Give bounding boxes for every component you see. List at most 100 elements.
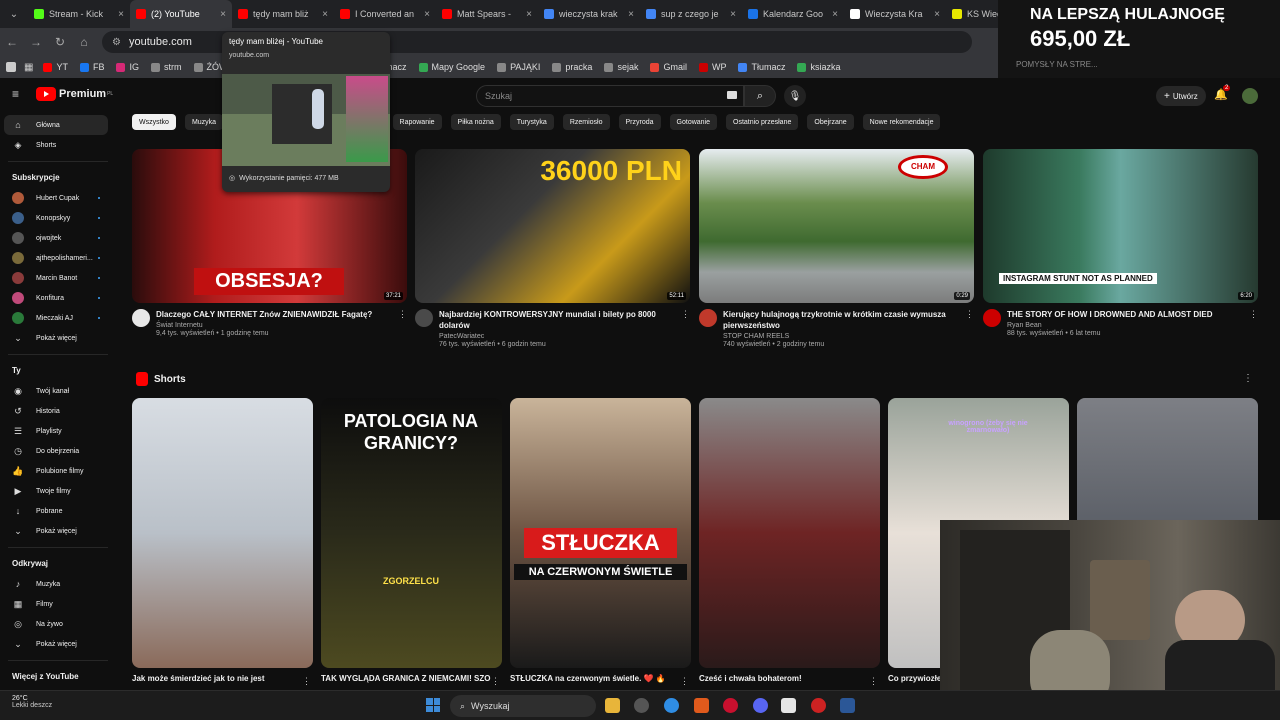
sidebar-item[interactable]: 👍 Polubione filmy [4, 461, 108, 481]
more-options-icon[interactable]: ⋮ [681, 309, 690, 320]
short-card[interactable]: PATOLOGIA NA GRANICY? ZGORZELCU [321, 398, 502, 668]
bookmark-item[interactable]: Mapy Google [418, 62, 485, 72]
subscription-item[interactable]: Konfitura [4, 288, 108, 308]
sidebar-item[interactable]: ▦ Filmy [4, 594, 108, 614]
close-tab-icon[interactable]: × [424, 9, 430, 20]
channel-name[interactable]: Świat Internetu [156, 322, 407, 329]
more-options-icon[interactable]: ⋮ [398, 309, 407, 320]
category-chip[interactable]: Nowe rekomendacje [862, 114, 941, 130]
create-button[interactable]: + Utwórz [1156, 86, 1206, 106]
tab-search-icon[interactable]: ⌄ [0, 0, 28, 28]
you-header[interactable]: Ty [12, 366, 21, 375]
back-icon[interactable]: ← [0, 30, 24, 54]
category-chip[interactable]: Rapowanie [392, 114, 442, 130]
search-icon[interactable]: ⌕ [744, 85, 776, 107]
shorts-more-icon[interactable]: ⋮ [1243, 373, 1253, 384]
sidebar-item[interactable]: ⌄ Pokaż więcej [4, 634, 108, 654]
bookmark-item[interactable]: PAJĄKI [497, 62, 540, 72]
bookmark-item[interactable]: pracka [552, 62, 592, 72]
subscription-item[interactable]: ajthepolishameri... [4, 248, 108, 268]
sidebar-item[interactable]: ◉ Twój kanał [4, 381, 108, 401]
video-title[interactable]: THE STORY OF HOW I DROWNED AND ALMOST DI… [1007, 309, 1243, 320]
microphone-icon[interactable]: 🎙 [784, 85, 806, 107]
hamburger-menu-icon[interactable]: ≡ [12, 87, 19, 101]
brave-icon[interactable] [694, 698, 709, 713]
subscription-item[interactable]: Marcin Banot [4, 268, 108, 288]
category-chip[interactable]: Gotowanie [669, 114, 717, 130]
browser-tab[interactable]: tędy mam bliż × [232, 0, 334, 28]
short-card[interactable] [132, 398, 313, 668]
category-chip[interactable]: Wszystko [132, 114, 176, 130]
close-tab-icon[interactable]: × [220, 9, 226, 20]
video-card[interactable]: 36000 PLN 52:11 Najbardziej KONTROWERSYJNY… [415, 149, 690, 348]
category-chip[interactable]: Muzyka [184, 114, 224, 130]
subscriptions-header[interactable]: Subskrypcje [12, 173, 60, 182]
channel-avatar[interactable] [699, 309, 717, 327]
video-thumbnail[interactable]: INSTAGRAM STUNT NOT AS PLANNED 6:20 [983, 149, 1258, 303]
search-input[interactable]: Szukaj [476, 85, 744, 107]
category-chip[interactable]: Turystyka [509, 114, 554, 130]
bookmark-item[interactable]: WP [698, 62, 726, 72]
category-chip[interactable]: Ostatnio przesłane [726, 114, 799, 130]
video-thumbnail[interactable]: CHAM 0:29 [699, 149, 974, 303]
sidebar-item[interactable]: ◈ Shorts [4, 135, 108, 155]
opera-icon[interactable] [723, 698, 738, 713]
sidebar-item[interactable]: ♪ Muzyka [4, 574, 108, 594]
video-card[interactable]: INSTAGRAM STUNT NOT AS PLANNED 6:20 THE ST… [983, 149, 1258, 337]
channel-name[interactable]: Ryan Bean [1007, 322, 1258, 329]
sidebar-item[interactable]: ⌂ Główna [4, 115, 108, 135]
channel-name[interactable]: PatecWariatec [439, 333, 690, 340]
video-card[interactable]: CHAM 0:29 Kierujący hulajnogą trzykrotnie … [699, 149, 974, 348]
bookmark-item[interactable]: Tłumacz [738, 62, 785, 72]
subscription-item[interactable]: ojwojtek [4, 228, 108, 248]
reload-icon[interactable]: ↻ [48, 30, 72, 54]
channel-name[interactable]: STOP CHAM REELS [723, 333, 974, 340]
more-options-icon[interactable]: ⋮ [302, 676, 311, 687]
keyboard-icon[interactable] [727, 91, 737, 99]
category-chip[interactable]: Obejrzane [807, 114, 854, 130]
browser-tab[interactable]: sup z czego je × [640, 0, 742, 28]
browser-tab[interactable]: Kalendarz Goo × [742, 0, 844, 28]
bookmark-item[interactable]: FB [79, 62, 104, 72]
sidebar-item[interactable]: ↺ Historia [4, 401, 108, 421]
close-tab-icon[interactable]: × [322, 9, 328, 20]
bookmark-item[interactable]: YT [43, 62, 68, 72]
bookmark-item[interactable]: sejak [604, 62, 638, 72]
sidebar-item[interactable]: ◎ Na żywo [4, 614, 108, 634]
browser-tab[interactable]: Wieczysta Kra × [844, 0, 946, 28]
home-button-icon[interactable]: ⌂ [72, 30, 96, 54]
close-tab-icon[interactable]: × [526, 9, 532, 20]
short-title[interactable]: STŁUCZKA na czerwonym świetle. ❤️ 🔥 [510, 674, 680, 683]
subscription-item[interactable]: Hubert Cupak [4, 188, 108, 208]
bookmark-item[interactable]: IG [116, 62, 139, 72]
bookmark-item[interactable]: strm [151, 62, 182, 72]
sidebar-item[interactable]: ↓ Pobrane [4, 501, 108, 521]
more-options-icon[interactable]: ⋮ [965, 309, 974, 320]
forward-icon[interactable]: → [24, 30, 48, 54]
close-tab-icon[interactable]: × [832, 9, 838, 20]
close-tab-icon[interactable]: × [118, 9, 124, 20]
weather-widget[interactable]: 26°C Lekki deszcz [12, 695, 52, 709]
category-chip[interactable]: Przyroda [618, 114, 661, 130]
browser-tab[interactable]: (2) YouTube × [130, 0, 232, 28]
browser-tab[interactable]: I Converted an × [334, 0, 436, 28]
close-tab-icon[interactable]: × [934, 9, 940, 20]
site-info-icon[interactable]: ⚙ [112, 37, 121, 48]
tab-groups-icon[interactable] [6, 62, 16, 72]
apps-grid-icon[interactable]: ▦ [24, 62, 33, 73]
more-options-icon[interactable]: ⋮ [869, 676, 878, 687]
chrome-icon[interactable] [664, 698, 679, 713]
bookmark-item[interactable]: Gmail [650, 62, 687, 72]
subscription-item[interactable]: Konopskyy [4, 208, 108, 228]
more-options-icon[interactable]: ⋮ [1249, 309, 1258, 320]
youtube-logo[interactable]: Premium PL [36, 87, 113, 101]
short-card[interactable]: STŁUCZKA NA CZERWONYM ŚWIETLE [510, 398, 691, 668]
category-chip[interactable]: Piłka nożna [450, 114, 501, 130]
discord-icon[interactable] [753, 698, 768, 713]
category-chip[interactable]: Rzemiosło [562, 114, 610, 130]
close-tab-icon[interactable]: × [730, 9, 736, 20]
browser-tab[interactable]: Matt Spears - × [436, 0, 538, 28]
channel-avatar[interactable] [415, 309, 433, 327]
more-options-icon[interactable]: ⋮ [491, 676, 500, 687]
video-title[interactable]: Dlaczego CAŁY INTERNET Znów ZNIENAWIDZIŁ… [156, 309, 392, 320]
